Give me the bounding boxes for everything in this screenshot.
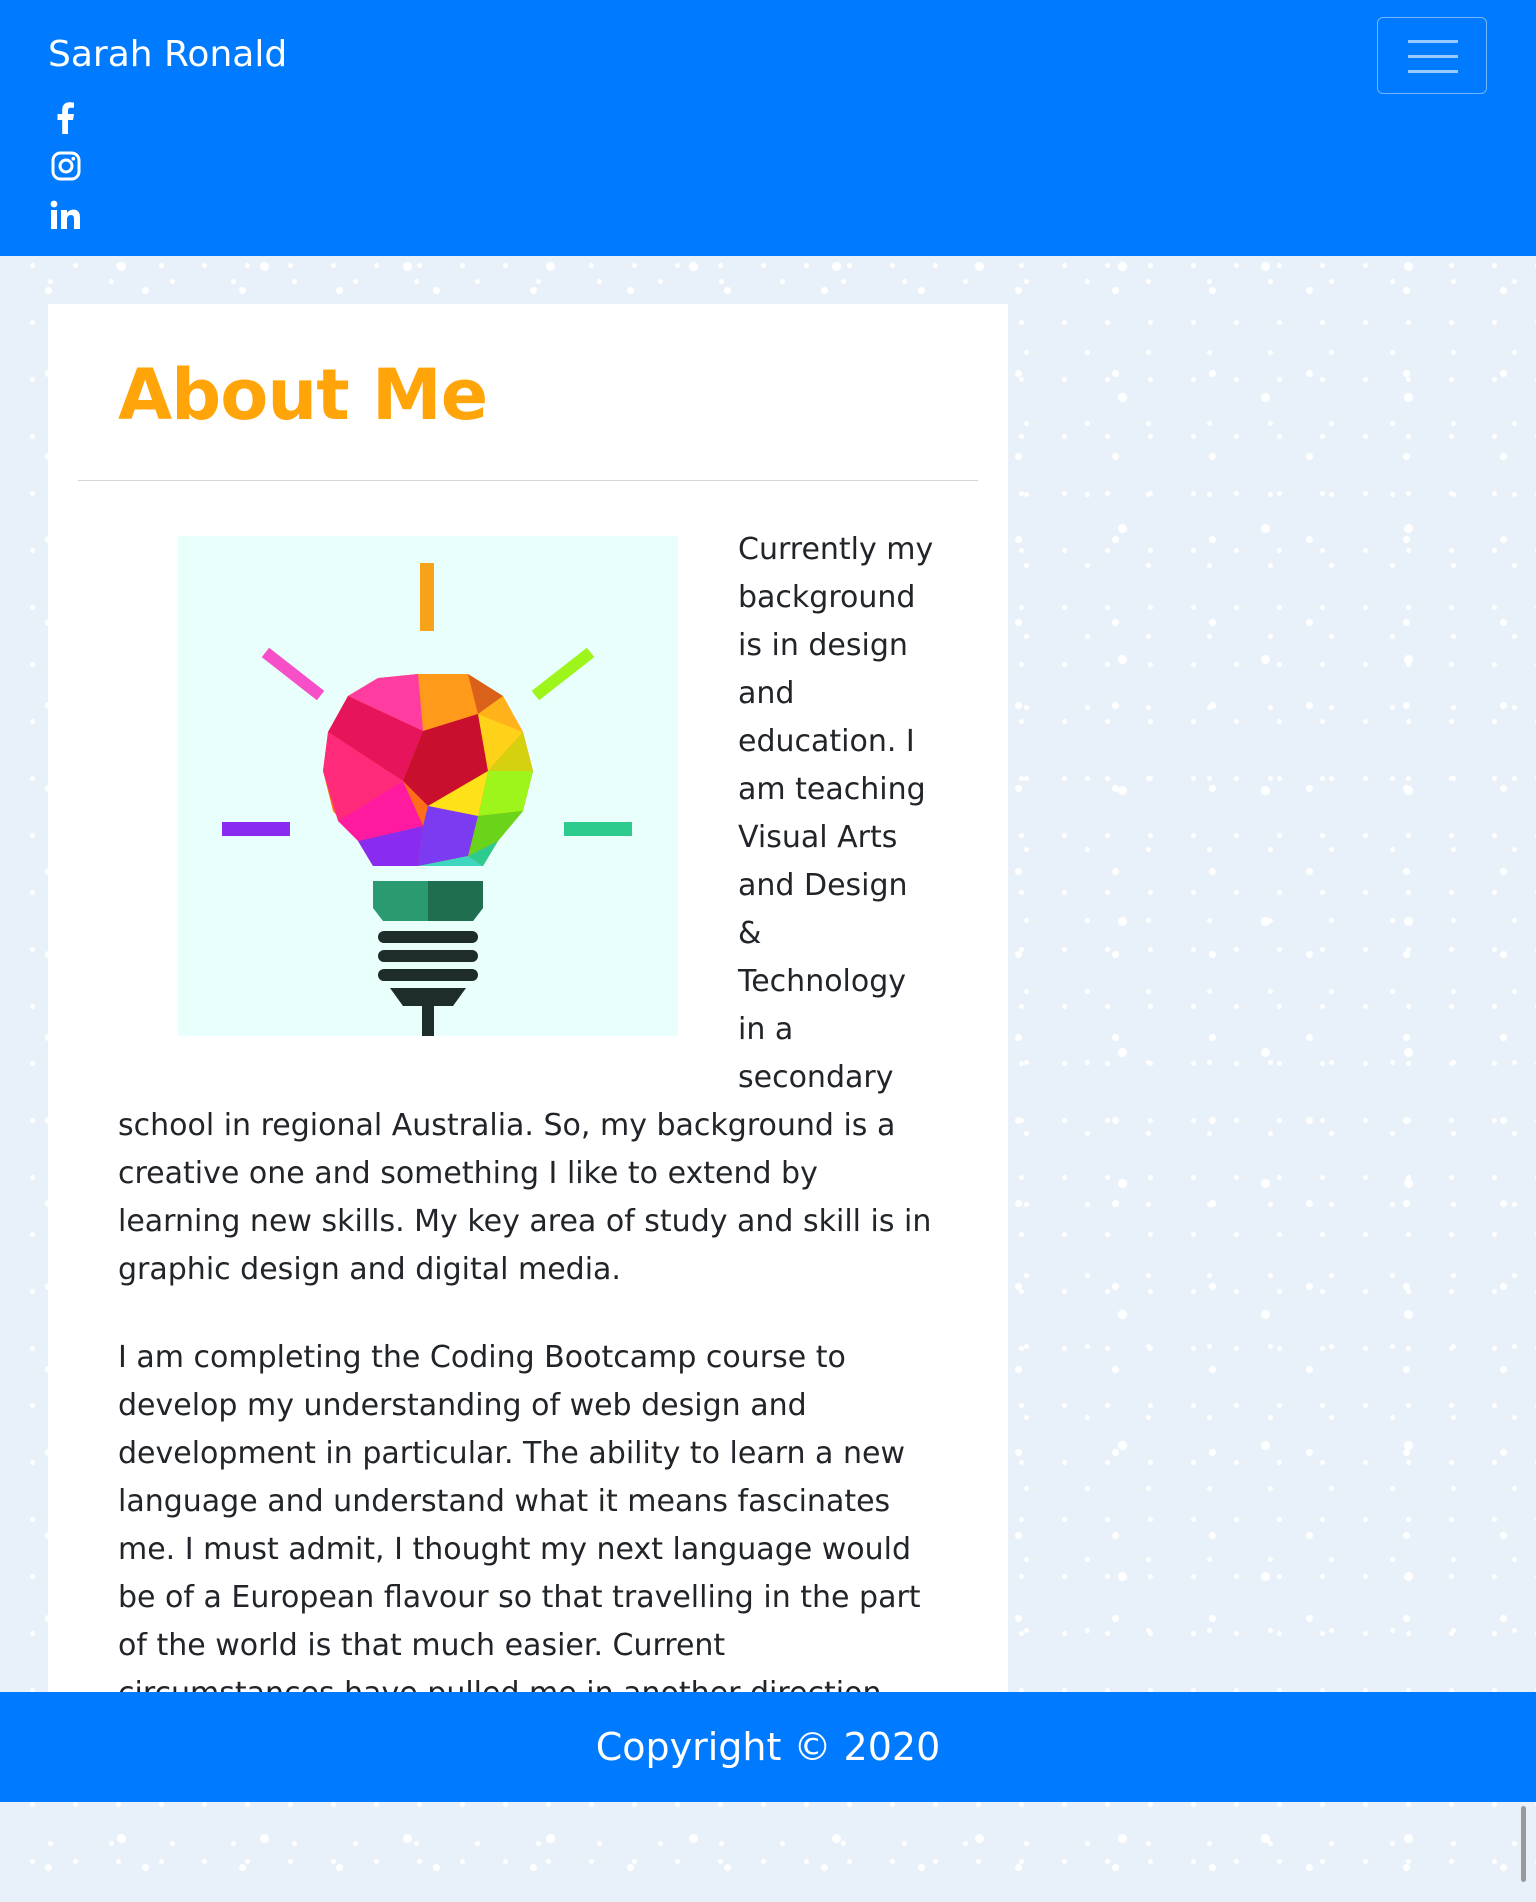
footer: Copyright © 2020: [0, 1692, 1536, 1802]
divider: [78, 480, 978, 481]
lightbulb-icon: [222, 563, 632, 1036]
facebook-icon[interactable]: [48, 100, 84, 136]
linkedin-icon[interactable]: [48, 198, 84, 234]
hamburger-menu-icon: [1408, 40, 1458, 73]
instagram-icon[interactable]: [48, 148, 84, 184]
about-title: About Me: [118, 354, 488, 436]
about-paragraph-2: I am completing the Coding Bootcamp cour…: [118, 1340, 921, 1692]
navbar: Sarah Ronald: [0, 0, 1536, 256]
brand-link[interactable]: Sarah Ronald: [48, 34, 287, 75]
navbar-toggle-button[interactable]: [1377, 17, 1487, 94]
lightbulb-image: [178, 536, 678, 1036]
about-card: About Me Currently my background is in d…: [48, 304, 1008, 1692]
scrollbar[interactable]: [1521, 1806, 1526, 1882]
about-body: Currently my background is in design and…: [118, 526, 938, 1692]
copyright-text: Copyright © 2020: [595, 1725, 941, 1769]
